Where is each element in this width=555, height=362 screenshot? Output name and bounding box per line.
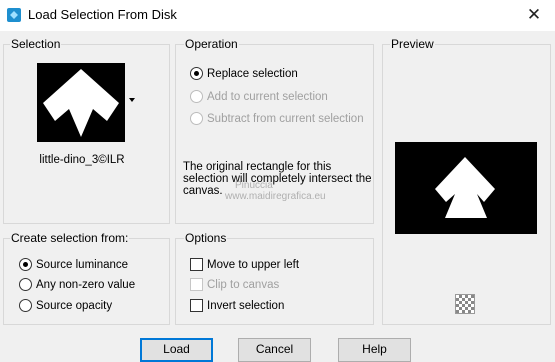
app-icon <box>7 8 21 22</box>
operation-description: The original rectangle for this selectio… <box>183 161 372 197</box>
options-group-label: Options <box>184 231 228 245</box>
operation-group-label: Operation <box>184 37 239 51</box>
radio-off-icon <box>19 299 32 312</box>
help-button[interactable]: Help <box>338 338 411 362</box>
cancel-button[interactable]: Cancel <box>238 338 311 362</box>
preview-group-label: Preview <box>390 37 435 51</box>
selection-group-label: Selection <box>10 37 62 51</box>
radio-off-icon <box>190 90 203 103</box>
radio-off-icon <box>190 112 203 125</box>
radio-off-icon <box>19 278 32 291</box>
radio-on-icon <box>19 258 32 271</box>
selection-file-name: little-dino_3©ILR <box>39 154 125 166</box>
checkbox-icon <box>190 258 203 271</box>
chevron-down-icon[interactable] <box>129 98 135 102</box>
close-icon[interactable]: ✕ <box>513 0 555 31</box>
transparency-checker-icon[interactable] <box>455 294 475 314</box>
selection-thumbnail[interactable] <box>37 63 125 142</box>
preview-image <box>395 142 537 234</box>
radio-on-icon <box>190 67 203 80</box>
checkbox-icon <box>190 299 203 312</box>
selection-shape <box>43 69 119 137</box>
load-button[interactable]: Load <box>140 338 213 362</box>
checkbox-icon <box>190 278 203 291</box>
preview-shape <box>435 157 495 218</box>
title-bar: Load Selection From Disk ✕ <box>0 0 555 31</box>
window-title: Load Selection From Disk <box>28 7 177 22</box>
create-from-group-label: Create selection from: <box>10 231 130 245</box>
